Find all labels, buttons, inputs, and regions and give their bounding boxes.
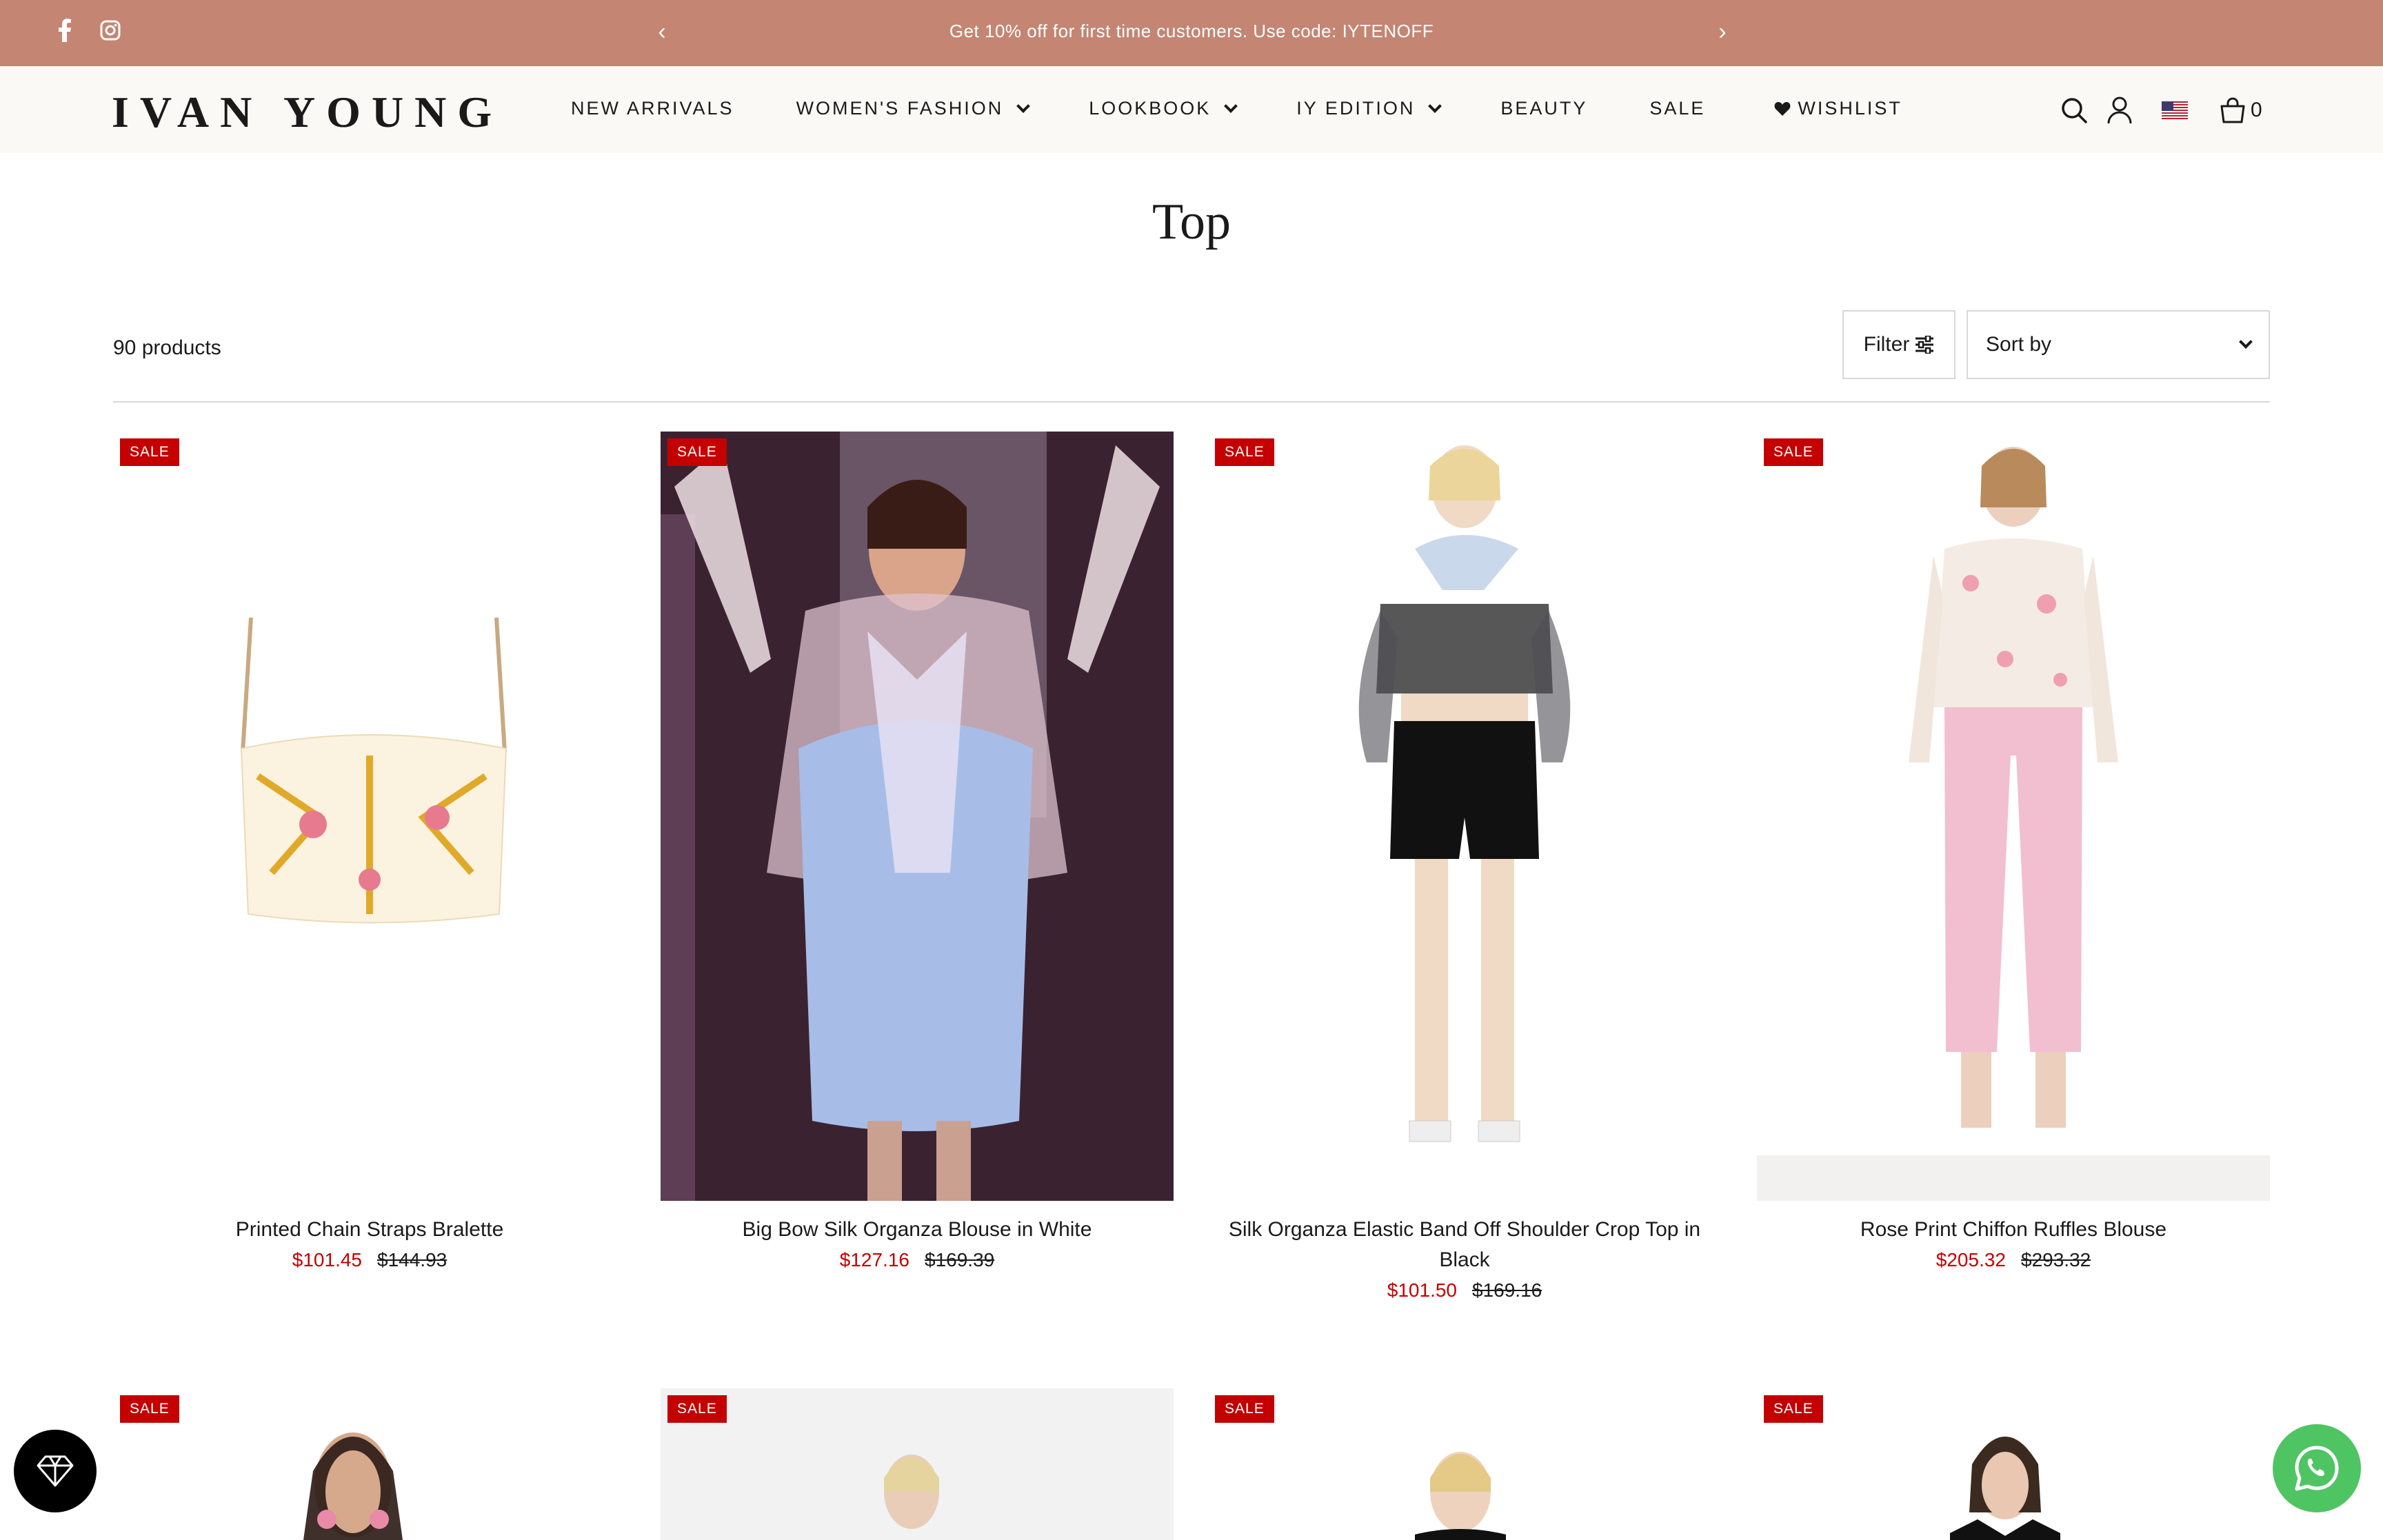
- nav-lookbook[interactable]: LOOKBOOK: [1089, 98, 1238, 119]
- sale-badge: SALE: [667, 1395, 727, 1423]
- chevron-right-icon[interactable]: ›: [1709, 17, 1736, 47]
- page-title: Top: [1152, 194, 1231, 250]
- compare-price: $144.93: [377, 1249, 448, 1270]
- header-icons: 0: [2059, 95, 2262, 125]
- site-logo[interactable]: IVAN YOUNG: [112, 87, 503, 138]
- product-image[interactable]: SALE: [1757, 432, 2270, 1201]
- compare-price: $169.16: [1472, 1279, 1542, 1301]
- product-price: $127.16 $169.39: [661, 1245, 1174, 1275]
- divider: [113, 401, 2270, 403]
- sort-label: Sort by: [1986, 333, 2052, 356]
- search-icon[interactable]: [2059, 95, 2089, 125]
- rewards-widget[interactable]: [14, 1430, 97, 1512]
- product-image[interactable]: SALE: [661, 432, 1174, 1201]
- heart-icon: [1774, 101, 1791, 116]
- product-image[interactable]: SALE: [1208, 1388, 1721, 1540]
- product-card[interactable]: SALE: [661, 1388, 1174, 1540]
- nav-womens-fashion[interactable]: WOMEN'S FASHION: [796, 98, 1031, 119]
- nav-iy-edition[interactable]: IY EDITION: [1296, 98, 1442, 119]
- product-image[interactable]: SALE: [1208, 432, 1721, 1201]
- cart-icon[interactable]: [2218, 95, 2248, 125]
- nav-beauty[interactable]: BEAUTY: [1500, 98, 1587, 119]
- filter-label: Filter: [1863, 333, 1910, 356]
- announcement-message: Get 10% off for first time customers. Us…: [949, 21, 1434, 41]
- product-card[interactable]: SALE Silk Organza Elastic Band Off Shoul…: [1208, 432, 1721, 1306]
- sale-badge: SALE: [667, 438, 727, 466]
- product-count: 90 products: [113, 336, 221, 359]
- nav-wishlist[interactable]: WISHLIST: [1774, 98, 1902, 119]
- whatsapp-chat-button[interactable]: [2273, 1424, 2361, 1512]
- product-price: $101.50 $169.16: [1208, 1275, 1721, 1306]
- sale-badge: SALE: [1215, 438, 1274, 466]
- announcement-bar: ‹ Get 10% off for first time customers. …: [0, 0, 2383, 66]
- product-price: $205.32 $293.32: [1757, 1245, 2270, 1275]
- product-image[interactable]: SALE: [661, 1388, 1174, 1540]
- product-name[interactable]: Rose Print Chiffon Ruffles Blouse: [1757, 1215, 2270, 1245]
- sale-price: $101.50: [1387, 1279, 1457, 1301]
- us-flag-icon[interactable]: [2160, 95, 2190, 125]
- compare-price: $293.32: [2021, 1249, 2091, 1270]
- product-image[interactable]: SALE: [113, 432, 626, 1201]
- chevron-down-icon: [2239, 335, 2253, 349]
- sale-price: $127.16: [839, 1249, 909, 1270]
- sale-price: $101.45: [292, 1249, 362, 1270]
- product-image[interactable]: SALE: [113, 1388, 626, 1540]
- product-name[interactable]: Printed Chain Straps Bralette: [113, 1215, 626, 1245]
- product-card[interactable]: SALE: [1208, 1388, 1721, 1540]
- sale-price: $205.32: [1935, 1249, 2006, 1270]
- chevron-down-icon: [1224, 99, 1238, 113]
- filter-button[interactable]: Filter: [1842, 310, 1955, 379]
- chevron-down-icon: [1016, 99, 1031, 113]
- sale-badge: SALE: [120, 1395, 179, 1423]
- cart-count[interactable]: 0: [2251, 99, 2262, 122]
- sale-badge: SALE: [1215, 1395, 1274, 1423]
- sale-badge: SALE: [1764, 1395, 1823, 1423]
- account-icon[interactable]: [2104, 95, 2135, 125]
- product-card[interactable]: SALE Rose Print Chiffon Ruffles Blouse $…: [1757, 432, 2270, 1275]
- site-header: IVAN YOUNG NEW ARRIVALS WOMEN'S FASHION …: [0, 66, 2383, 153]
- compare-price: $169.39: [925, 1249, 995, 1270]
- nav-new-arrivals[interactable]: NEW ARRIVALS: [571, 98, 734, 119]
- diamond-icon: [37, 1455, 74, 1487]
- product-name[interactable]: Big Bow Silk Organza Blouse in White: [661, 1215, 1174, 1245]
- sliders-icon: [1916, 336, 1934, 354]
- product-image[interactable]: SALE: [1757, 1388, 2270, 1540]
- sort-select[interactable]: Sort by: [1967, 310, 2270, 379]
- product-name[interactable]: Silk Organza Elastic Band Off Shoulder C…: [1208, 1215, 1721, 1275]
- product-card[interactable]: SALE: [113, 1388, 626, 1540]
- whatsapp-icon: [2295, 1446, 2339, 1491]
- chevron-down-icon: [1428, 99, 1442, 113]
- product-price: $101.45 $144.93: [113, 1245, 626, 1275]
- sale-badge: SALE: [120, 438, 179, 466]
- main-nav: NEW ARRIVALS WOMEN'S FASHION LOOKBOOK IY…: [571, 98, 1902, 119]
- product-card[interactable]: SALE Printed Chain Straps Bralette $101.…: [113, 432, 626, 1275]
- sale-badge: SALE: [1764, 438, 1823, 466]
- nav-sale[interactable]: SALE: [1649, 98, 1705, 119]
- product-card[interactable]: SALE Big Bow Silk Organza Blouse in Whit…: [661, 432, 1174, 1275]
- product-card[interactable]: SALE: [1757, 1388, 2270, 1540]
